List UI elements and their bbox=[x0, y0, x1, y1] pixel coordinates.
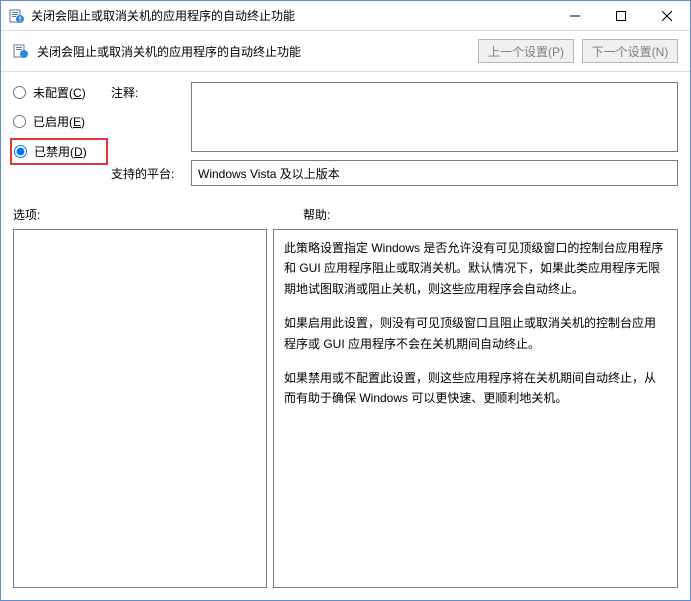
titlebar: 关闭会阻止或取消关机的应用程序的自动终止功能 bbox=[1, 1, 690, 31]
comment-label: 注释: bbox=[111, 84, 181, 101]
policy-title: 关闭会阻止或取消关机的应用程序的自动终止功能 bbox=[37, 43, 470, 60]
close-button[interactable] bbox=[644, 1, 690, 30]
options-label: 选项: bbox=[13, 206, 303, 223]
radio-not-configured[interactable]: 未配置(C) bbox=[13, 84, 101, 101]
help-paragraph: 此策略设置指定 Windows 是否允许没有可见顶级窗口的控制台应用程序和 GU… bbox=[284, 238, 667, 299]
options-box[interactable] bbox=[13, 229, 267, 588]
mid-labels: 选项: 帮助: bbox=[1, 192, 690, 229]
help-paragraph: 如果禁用或不配置此设置，则这些应用程序将在关机期间自动终止，从而有助于确保 Wi… bbox=[284, 368, 667, 409]
radio-disabled-input[interactable] bbox=[14, 145, 27, 158]
help-label: 帮助: bbox=[303, 206, 330, 223]
highlight-box: 已禁用(D) bbox=[10, 138, 108, 165]
labels-column: 注释: 支持的平台: bbox=[111, 82, 181, 186]
previous-setting-button[interactable]: 上一个设置(P) bbox=[478, 39, 574, 63]
window-title: 关闭会阻止或取消关机的应用程序的自动终止功能 bbox=[31, 7, 552, 24]
radio-label: 已禁用(D) bbox=[34, 143, 87, 160]
radio-enabled[interactable]: 已启用(E) bbox=[13, 113, 101, 130]
lower-pane: 此策略设置指定 Windows 是否允许没有可见顶级窗口的控制台应用程序和 GU… bbox=[1, 229, 690, 600]
window-controls bbox=[552, 1, 690, 30]
toolbar: 关闭会阻止或取消关机的应用程序的自动终止功能 上一个设置(P) 下一个设置(N) bbox=[1, 31, 690, 72]
maximize-button[interactable] bbox=[598, 1, 644, 30]
fields-column: Windows Vista 及以上版本 bbox=[191, 82, 678, 186]
radio-disabled[interactable]: 已禁用(D) bbox=[14, 143, 100, 160]
help-paragraph: 如果启用此设置，则没有可见顶级窗口且阻止或取消关机的控制台应用程序或 GUI 应… bbox=[284, 313, 667, 354]
radio-label: 未配置(C) bbox=[33, 84, 86, 101]
help-box[interactable]: 此策略设置指定 Windows 是否允许没有可见顶级窗口的控制台应用程序和 GU… bbox=[273, 229, 678, 588]
supported-platform-box: Windows Vista 及以上版本 bbox=[191, 160, 678, 186]
policy-icon bbox=[9, 8, 25, 24]
radio-group: 未配置(C) 已启用(E) 已禁用(D) bbox=[13, 82, 101, 186]
radio-enabled-input[interactable] bbox=[13, 115, 26, 128]
policy-icon bbox=[13, 43, 29, 59]
comment-textbox[interactable] bbox=[191, 82, 678, 152]
radio-label: 已启用(E) bbox=[33, 113, 85, 130]
dialog-window: 关闭会阻止或取消关机的应用程序的自动终止功能 关闭会阻止或取消关机的应用程序的自… bbox=[0, 0, 691, 601]
platform-value: Windows Vista 及以上版本 bbox=[198, 165, 340, 182]
minimize-button[interactable] bbox=[552, 1, 598, 30]
upper-pane: 未配置(C) 已启用(E) 已禁用(D) 注释: 支持的平台: Windows … bbox=[1, 72, 690, 192]
next-setting-button[interactable]: 下一个设置(N) bbox=[582, 39, 678, 63]
radio-not-configured-input[interactable] bbox=[13, 86, 26, 99]
platform-label: 支持的平台: bbox=[111, 165, 181, 182]
